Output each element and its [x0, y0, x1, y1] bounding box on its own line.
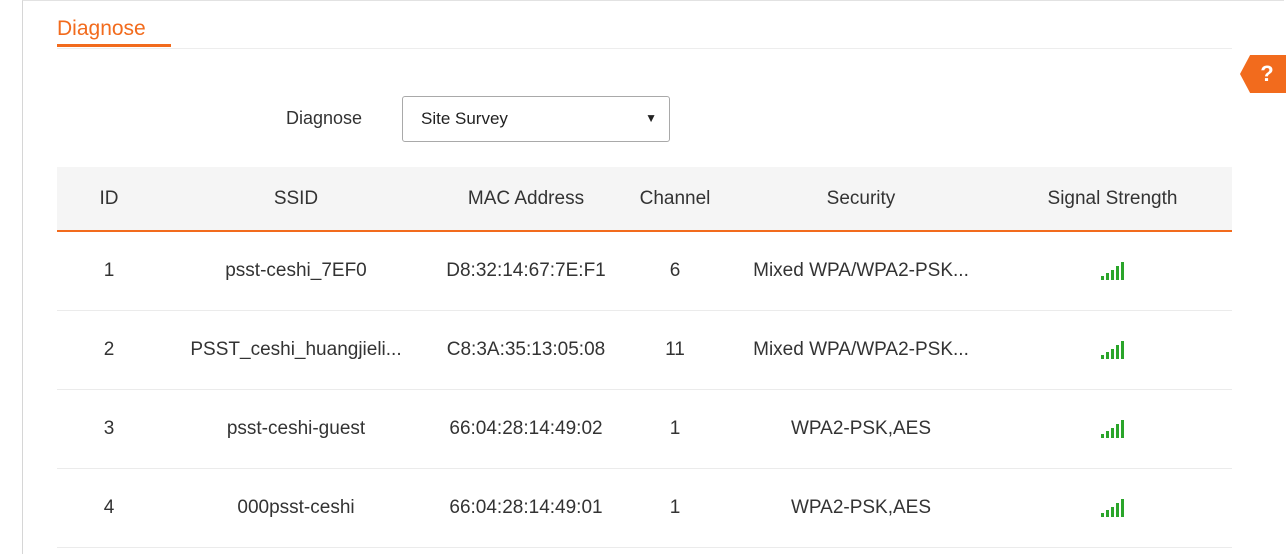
signal-bar — [1111, 349, 1114, 359]
column-header-channel: Channel — [639, 187, 711, 209]
signal-bar — [1106, 510, 1109, 517]
signal-strength-icon — [1101, 499, 1124, 517]
cell-channel: 1 — [669, 418, 681, 439]
table-row[interactable]: 2 PSST_ceshi_huangjieli... C8:3A:35:13:05:… — [57, 311, 1232, 390]
signal-bar — [1116, 266, 1119, 280]
signal-bar — [1111, 270, 1114, 280]
cell-ssid: 000psst-ceshi — [237, 497, 355, 518]
table-body: 1 psst-ceshi_7EF0 D8:32:14:67:7E:F1 6 Mixed … — [57, 232, 1232, 548]
signal-bar — [1111, 428, 1114, 438]
column-header-security: Security — [826, 187, 896, 209]
column-header-signal: Signal Strength — [1047, 187, 1178, 209]
signal-bar — [1121, 499, 1124, 517]
table-row[interactable]: 3 psst-ceshi-guest 66:04:28:14:49:02 1 WPA2-… — [57, 390, 1232, 469]
cell-channel: 1 — [669, 497, 681, 518]
cell-security: WPA2-PSK,AES — [790, 497, 932, 518]
cell-id: 4 — [103, 497, 115, 518]
cell-signal — [993, 499, 1232, 517]
table-row[interactable]: 4 000psst-ceshi 66:04:28:14:49:01 1 WPA2-PSK… — [57, 469, 1232, 548]
site-survey-table: ID SSID MAC Address Channel Security Sig… — [57, 167, 1232, 548]
cell-security: WPA2-PSK,AES — [790, 418, 932, 439]
cell-channel: 11 — [665, 339, 685, 360]
signal-bar — [1116, 503, 1119, 517]
signal-bar — [1101, 276, 1104, 280]
signal-bar — [1106, 431, 1109, 438]
signal-strength-icon — [1101, 262, 1124, 280]
signal-strength-icon — [1101, 420, 1124, 438]
column-header-id: ID — [99, 187, 119, 209]
cell-ssid: PSST_ceshi_huangjieli... — [190, 339, 402, 360]
page-title: Diagnose — [57, 17, 146, 40]
help-icon: ? — [1260, 61, 1274, 86]
column-header-mac: MAC Address — [467, 187, 585, 209]
signal-bar — [1111, 507, 1114, 517]
table-header: ID SSID MAC Address Channel Security Sig… — [57, 167, 1232, 232]
table-row[interactable]: 1 psst-ceshi_7EF0 D8:32:14:67:7E:F1 6 Mixed … — [57, 232, 1232, 311]
cell-channel: 6 — [669, 260, 681, 281]
cell-mac: D8:32:14:67:7E:F1 — [446, 260, 606, 281]
cell-id: 2 — [103, 339, 115, 360]
signal-bar — [1121, 420, 1124, 438]
cell-id: 3 — [103, 418, 115, 439]
cell-ssid: psst-ceshi_7EF0 — [225, 260, 367, 281]
cell-ssid: psst-ceshi-guest — [226, 418, 366, 439]
cell-signal — [993, 262, 1232, 280]
cell-signal — [993, 341, 1232, 359]
diagnose-select-value: Site Survey — [421, 109, 508, 128]
signal-bar — [1116, 345, 1119, 359]
title-underline — [57, 44, 171, 47]
signal-bar — [1106, 352, 1109, 359]
signal-bar — [1101, 513, 1104, 517]
column-header-ssid: SSID — [273, 187, 319, 209]
cell-signal — [993, 420, 1232, 438]
cell-security: Mixed WPA/WPA2-PSK... — [753, 260, 969, 281]
signal-bar — [1121, 341, 1124, 359]
signal-strength-icon — [1101, 341, 1124, 359]
signal-bar — [1101, 355, 1104, 359]
diagnose-label: Diagnose — [286, 108, 363, 128]
cell-security: Mixed WPA/WPA2-PSK... — [753, 339, 969, 360]
cell-mac: C8:3A:35:13:05:08 — [446, 339, 606, 360]
cell-mac: 66:04:28:14:49:01 — [449, 497, 603, 518]
cell-mac: 66:04:28:14:49:02 — [449, 418, 603, 439]
dropdown-arrow-icon: ▼ — [645, 111, 657, 125]
diagnose-select[interactable]: Site Survey ▼ — [402, 96, 670, 142]
signal-bar — [1106, 273, 1109, 280]
signal-bar — [1116, 424, 1119, 438]
header-divider — [57, 48, 1232, 49]
signal-bar — [1121, 262, 1124, 280]
signal-bar — [1101, 434, 1104, 438]
cell-id: 1 — [103, 260, 115, 281]
